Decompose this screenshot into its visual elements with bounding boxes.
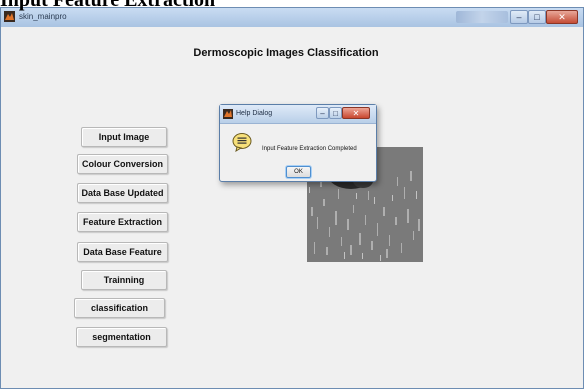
training-button[interactable]: Trainning	[81, 270, 167, 290]
database-updated-button[interactable]: Data Base Updated	[77, 183, 168, 203]
close-button[interactable]: ✕	[546, 10, 578, 24]
help-dialog: Help Dialog – □ ✕ Input Feature Extracti…	[219, 104, 377, 182]
dialog-close-button[interactable]: ✕	[342, 107, 370, 119]
segmentation-button[interactable]: segmentation	[76, 327, 167, 347]
dialog-maximize-button[interactable]: □	[329, 107, 342, 119]
minimize-button[interactable]: –	[510, 10, 528, 24]
maximize-button[interactable]: □	[528, 10, 546, 24]
title-bar-blur	[456, 11, 508, 23]
matlab-icon	[223, 109, 233, 119]
colour-conversion-button[interactable]: Colour Conversion	[77, 154, 168, 174]
dialog-minimize-button[interactable]: –	[316, 107, 329, 119]
classification-button[interactable]: classification	[74, 298, 165, 318]
help-bubble-icon	[232, 133, 252, 152]
window-title: skin_mainpro	[19, 12, 67, 21]
input-image-button[interactable]: Input Image	[81, 127, 167, 147]
ok-button[interactable]: OK	[286, 166, 311, 178]
figure-caption: Input Feature Extraction	[0, 0, 216, 11]
dialog-message: Input Feature Extraction Completed	[262, 146, 357, 152]
feature-extraction-button[interactable]: Feature Extraction	[77, 212, 168, 232]
dialog-title: Help Dialog	[236, 110, 273, 117]
dialog-titlebar[interactable]: Help Dialog – □ ✕	[220, 105, 376, 124]
main-window: skin_mainpro – □ ✕ Dermoscopic Images Cl…	[0, 7, 584, 389]
page-title: Dermoscopic Images Classification	[193, 47, 379, 59]
matlab-icon	[4, 11, 15, 22]
database-feature-button[interactable]: Data Base Feature	[77, 242, 168, 262]
